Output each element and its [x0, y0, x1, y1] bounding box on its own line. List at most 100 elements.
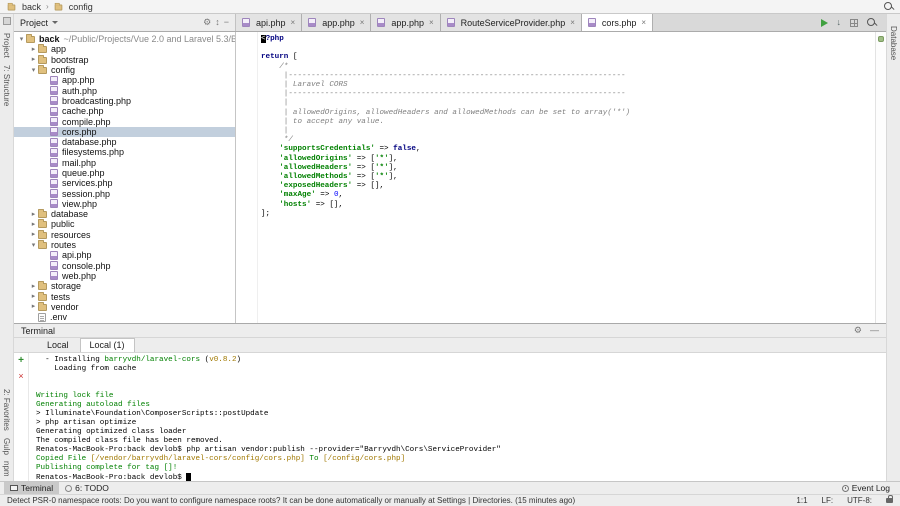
chevron-right-icon[interactable]: ▸	[29, 56, 38, 63]
file-encoding[interactable]: UTF-8:	[847, 496, 872, 505]
tree-item-database.php[interactable]: database.php	[14, 137, 235, 147]
lock-icon[interactable]	[886, 495, 893, 503]
php-file-icon	[587, 18, 596, 27]
chevron-right-icon[interactable]: ▸	[29, 221, 38, 228]
editor-tab-api.php[interactable]: api.php ×	[236, 14, 303, 31]
terminal-tab-local-1[interactable]: Local (1)	[79, 338, 135, 352]
tool-window-switcher-icon[interactable]	[2, 17, 11, 25]
tool-window-button-project[interactable]: Project	[2, 33, 11, 58]
tree-item-console.php[interactable]: console.php	[14, 261, 235, 271]
settings-gear-icon[interactable]: ⚙	[203, 18, 211, 27]
chevron-right-icon[interactable]: ▸	[29, 211, 38, 218]
tree-item-back[interactable]: ▾ back ~/Public/Projects/Vue 2.0 and Larav…	[14, 34, 235, 44]
tree-item-auth.php[interactable]: auth.php	[14, 85, 235, 96]
ide-window: back › config Project 7: Structure 2: Favor…	[0, 0, 900, 506]
folder-icon	[38, 301, 47, 311]
tree-item-tests[interactable]: ▸ tests	[14, 291, 235, 302]
status-message[interactable]: Detect PSR-0 namespace roots: Do you wan…	[7, 496, 782, 505]
tree-item-mail.php[interactable]: mail.php	[14, 158, 235, 168]
close-icon[interactable]: ×	[429, 18, 434, 27]
chevron-right-icon[interactable]: ▸	[29, 293, 38, 300]
editor-tab-app.php[interactable]: app.php ×	[371, 14, 441, 31]
close-icon[interactable]: ×	[570, 18, 575, 27]
toolwindow-button-terminal[interactable]: Terminal	[4, 481, 60, 495]
tool-window-button-7-structure[interactable]: 7: Structure	[2, 65, 11, 106]
terminal-tabs: Local Local (1)	[14, 338, 886, 353]
file-icon	[50, 199, 58, 209]
hide-terminal-icon[interactable]: —	[870, 326, 879, 335]
tool-window-button-gulp[interactable]: Gulp	[2, 438, 11, 455]
tree-item-filesystems.php[interactable]: filesystems.php	[14, 147, 235, 157]
tool-window-button-database[interactable]: Database	[889, 26, 898, 60]
tree-item-api.php[interactable]: api.php	[14, 250, 235, 260]
code-line: 'allowedMethods' => ['*'],	[279, 173, 398, 182]
close-icon[interactable]: ×	[360, 18, 365, 27]
update-arrow-icon[interactable]: ↓	[837, 18, 842, 27]
tree-item-.env[interactable]: .env	[14, 312, 235, 322]
collapse-all-icon[interactable]: ↕	[215, 18, 220, 27]
chevron-right-icon[interactable]: ▸	[29, 46, 38, 53]
code-line: | Laravel CORS	[261, 81, 348, 89]
tree-item-public[interactable]: ▸ public	[14, 219, 235, 229]
event-log-icon	[841, 484, 849, 492]
project-panel-header[interactable]: Project ⚙ ↕ −	[14, 14, 236, 31]
tool-window-button-2-favorites[interactable]: 2: Favorites	[2, 389, 11, 431]
tree-item-queue.php[interactable]: queue.php	[14, 168, 235, 178]
chevron-right-icon[interactable]: ▸	[29, 231, 38, 238]
tree-item-services.php[interactable]: services.php	[14, 178, 235, 188]
caret-position[interactable]: 1:1	[796, 496, 807, 505]
tree-item-vendor[interactable]: ▸ vendor	[14, 301, 235, 312]
editor-tab-app.php[interactable]: app.php ×	[302, 14, 372, 31]
close-icon[interactable]: ×	[291, 18, 296, 27]
editor-tab-routeserviceprovider.php[interactable]: RouteServiceProvider.php ×	[440, 14, 582, 31]
file-icon	[50, 137, 58, 147]
terminal-settings-gear-icon[interactable]: ⚙	[854, 326, 862, 335]
breadcrumb-item-back[interactable]: back	[6, 2, 42, 12]
line-separator[interactable]: LF:	[822, 496, 834, 505]
toolbar-row: Project ⚙ ↕ − api.php × app.php × app.php × Ro…	[14, 14, 886, 32]
folder-icon	[54, 2, 63, 10]
chevron-right-icon[interactable]: ▸	[29, 283, 38, 290]
code-area[interactable]: <?php return [ /* |----------------------…	[258, 32, 875, 323]
hide-panel-icon[interactable]: −	[224, 18, 229, 27]
toolwindow-button-6-todo[interactable]: 6: TODO	[59, 482, 115, 495]
chevron-right-icon[interactable]: ▸	[29, 303, 38, 310]
tree-item-compile.php[interactable]: compile.php	[14, 116, 235, 127]
grid-icon[interactable]	[850, 18, 858, 27]
tree-item-cache.php[interactable]: cache.php	[14, 106, 235, 116]
search-everywhere-icon[interactable]	[884, 1, 894, 12]
search-icon[interactable]	[867, 17, 877, 28]
tree-item-broadcasting.php[interactable]: broadcasting.php	[14, 96, 235, 106]
tree-item-web.php[interactable]: web.php	[14, 271, 235, 281]
close-icon[interactable]: ×	[641, 18, 646, 27]
tree-item-view.php[interactable]: view.php	[14, 199, 235, 209]
project-panel-title[interactable]: Project	[20, 18, 48, 28]
terminal-tab-local[interactable]: Local	[38, 339, 78, 352]
tool-window-button-npm[interactable]: npm	[2, 461, 11, 477]
tree-item-bootstrap[interactable]: ▸ bootstrap	[14, 54, 235, 65]
chevron-down-icon[interactable]: ▾	[17, 36, 26, 43]
chevron-down-icon[interactable]: ▾	[29, 67, 38, 74]
left-stripe-top: Project 7: Structure	[2, 26, 11, 106]
run-icon[interactable]	[820, 18, 828, 27]
terminal-panel: Terminal ⚙ — Local Local (1) + × - Instal…	[14, 323, 886, 481]
tree-item-database[interactable]: ▸ database	[14, 209, 235, 219]
chevron-down-icon[interactable]	[52, 21, 59, 24]
terminal-line: Copied File [/vendor/barryvdh/laravel-co…	[36, 455, 406, 463]
tree-item-app[interactable]: ▸ app	[14, 44, 235, 54]
tree-item-config[interactable]: ▾ config	[14, 65, 235, 75]
tree-item-session.php[interactable]: session.php	[14, 188, 235, 199]
breadcrumb-item-config[interactable]: config	[53, 2, 94, 12]
tree-item-resources[interactable]: ▸ resources	[14, 229, 235, 240]
tree-item-app.php[interactable]: app.php	[14, 75, 235, 85]
tree-item-routes[interactable]: ▾ routes	[14, 240, 235, 250]
terminal-output[interactable]: - Installing barryvdh/laravel-cors (v0.8…	[29, 353, 886, 481]
event-log-button[interactable]: Event Log	[836, 482, 896, 495]
tree-item-storage[interactable]: ▸ storage	[14, 281, 235, 291]
close-session-icon[interactable]: ×	[18, 372, 23, 381]
run-toolbar: ↓	[812, 14, 887, 31]
editor-tab-cors.php[interactable]: cors.php ×	[581, 14, 654, 31]
chevron-down-icon[interactable]: ▾	[29, 242, 38, 249]
tree-item-cors.php[interactable]: cors.php	[14, 126, 235, 137]
new-session-icon[interactable]: +	[18, 356, 24, 366]
